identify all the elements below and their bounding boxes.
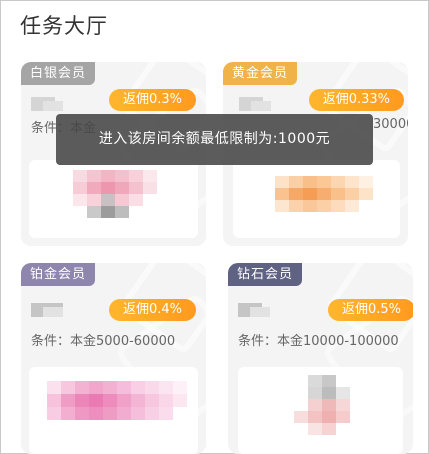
- badge-platinum: 铂金会员: [21, 263, 96, 286]
- badge-silver: 白银会员: [21, 62, 96, 85]
- toast-message: 进入该房间余额最低限制为:1000元: [56, 114, 373, 165]
- page-title: 任务大厅: [20, 14, 108, 38]
- condition-text-platinum: 条件：本金5000-60000: [31, 334, 176, 349]
- rebate-badge-silver: 返佣0.3%: [108, 89, 196, 111]
- card-platinum[interactable]: 铂金会员 返佣0.4% 条件：本金5000-60000: [21, 263, 206, 454]
- blurred-room-name: [239, 97, 271, 111]
- blurred-room-name: [31, 303, 63, 317]
- condition-text-diamond: 条件：本金10000-100000: [238, 334, 399, 349]
- badge-diamond: 钻石会员: [228, 263, 303, 286]
- blurred-room-name: [31, 97, 63, 111]
- blurred-room-name: [238, 303, 270, 317]
- rebate-badge-platinum: 返佣0.4%: [108, 299, 196, 321]
- room-image-silver: [29, 160, 198, 238]
- rebate-badge-diamond: 返佣0.5%: [327, 299, 413, 321]
- badge-gold: 黄金会员: [223, 62, 298, 85]
- condition-text-gold: 30000: [373, 117, 408, 132]
- room-image-platinum: [29, 367, 198, 454]
- room-image-gold: [233, 160, 400, 238]
- room-image-diamond: [238, 367, 403, 454]
- card-diamond[interactable]: 钻石会员 返佣0.5% 条件：本金10000-100000: [228, 263, 413, 454]
- rebate-badge-gold: 返佣0.33%: [308, 89, 404, 111]
